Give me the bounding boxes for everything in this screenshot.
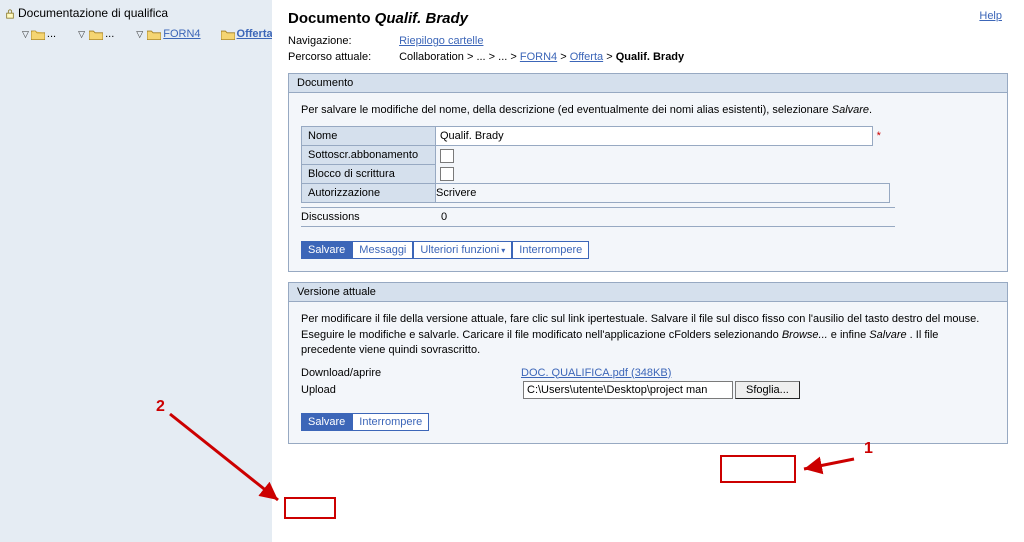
tree-root-label: ...: [47, 28, 56, 40]
breadcrumb: Percorso attuale: Collaboration > ... > …: [288, 51, 1008, 63]
nav-summary-link[interactable]: Riepilogo cartelle: [399, 35, 483, 47]
title-name: Qualif. Brady: [375, 10, 468, 27]
download-label: Download/aprire: [301, 367, 521, 379]
versione-panel: Versione attuale Per modificare il file …: [288, 282, 1008, 443]
documento-panel: Documento Per salvare le modifiche del n…: [288, 73, 1008, 272]
tree-node-offerta[interactable]: Offerta: [221, 28, 273, 40]
tree: ▽ ... ▽ ...: [4, 22, 268, 46]
download-link[interactable]: DOC. QUALIFICA.pdf (348KB): [521, 367, 671, 379]
blocco-checkbox[interactable]: [440, 167, 454, 181]
tree-node1[interactable]: ▽ ... ▽ FORN: [76, 24, 273, 44]
intro-text2: Salvare: [832, 104, 869, 116]
tree-title: Documentazione di qualifica: [4, 6, 268, 20]
documento-intro: Per salvare le modifiche del nome, della…: [301, 103, 995, 118]
crumb-current: Qualif. Brady: [616, 51, 684, 63]
save-button[interactable]: Salvare: [301, 241, 352, 259]
label-sottoscr: Sottoscr.abbonamento: [302, 146, 436, 165]
caret-down-icon: ▾: [501, 246, 505, 255]
label-auth: Autorizzazione: [302, 184, 436, 203]
tree-link-offerta[interactable]: Offerta: [237, 28, 273, 40]
page-title: Documento Qualif. Brady: [288, 10, 1008, 27]
discussions-row: Discussions 0: [301, 207, 995, 227]
save-button-versione[interactable]: Salvare: [301, 413, 352, 431]
documento-buttons: Salvare Messaggi Ulteriori funzioni▾ Int…: [301, 241, 995, 259]
main-content: Help Documento Qualif. Brady Navigazione…: [272, 0, 1024, 542]
tree-title-text: Documentazione di qualifica: [18, 6, 168, 20]
intro-text3: .: [869, 104, 872, 116]
crumb-sep: >: [489, 51, 498, 63]
crumb-dots1: ...: [476, 51, 485, 63]
nome-input[interactable]: [436, 127, 656, 145]
tree-toggle-icon[interactable]: ▽: [22, 29, 29, 40]
title-prefix: Documento: [288, 10, 375, 27]
messages-button[interactable]: Messaggi: [352, 241, 413, 259]
nav-label: Navigazione:: [288, 35, 396, 47]
browse-button[interactable]: Sfoglia...: [735, 381, 800, 399]
versione-buttons: Salvare Interrompere: [301, 413, 995, 431]
intro-text1: Per salvare le modifiche del nome, della…: [301, 104, 832, 116]
discussions-value: 0: [435, 207, 895, 227]
more-functions-label: Ulteriori funzioni: [420, 244, 499, 256]
cancel-button-versione[interactable]: Interrompere: [352, 413, 429, 431]
crumb-dots2: ...: [498, 51, 507, 63]
documento-form: Nome * Sottoscr.abbonamento Blocco di sc…: [301, 126, 890, 203]
lock-icon: [4, 6, 16, 20]
tree-toggle-icon[interactable]: ▽: [76, 29, 87, 40]
upload-path-input[interactable]: C:\Users\utente\Desktop\project man: [523, 381, 733, 399]
tree-node1-label: ...: [105, 28, 114, 40]
label-nome: Nome: [302, 127, 436, 146]
crumb-sep: >: [560, 51, 569, 63]
crumb-offerta[interactable]: Offerta: [570, 51, 603, 63]
download-row: Download/aprire DOC. QUALIFICA.pdf (348K…: [301, 367, 995, 379]
help-link[interactable]: Help: [979, 10, 1002, 22]
ver-body-save: Salvare: [869, 329, 906, 341]
tree-node-forn4[interactable]: ▽ FORN4: [134, 26, 272, 42]
more-functions-button[interactable]: Ulteriori funzioni▾: [413, 241, 512, 259]
folder-icon: [89, 29, 103, 40]
crumb-forn4[interactable]: FORN4: [520, 51, 557, 63]
crumb-sep: >: [606, 51, 615, 63]
upload-row: Upload C:\Users\utente\Desktop\project m…: [301, 381, 995, 399]
navigation-row: Navigazione: Riepilogo cartelle: [288, 35, 1008, 47]
crumb-sep: >: [510, 51, 519, 63]
versione-header: Versione attuale: [289, 283, 1007, 302]
sottoscr-checkbox[interactable]: [440, 149, 454, 163]
versione-body: Per modificare il file della versione at…: [301, 312, 995, 358]
upload-label: Upload: [301, 384, 521, 396]
required-marker: *: [877, 130, 881, 142]
documento-header: Documento: [289, 74, 1007, 93]
label-discussions: Discussions: [301, 207, 435, 227]
sidebar: Documentazione di qualifica ▽ ... ▽: [0, 0, 272, 542]
folder-icon: [31, 29, 45, 40]
crumb-sep: >: [467, 51, 476, 63]
tree-link-forn4[interactable]: FORN4: [163, 28, 200, 40]
ver-body-mid: e infine: [831, 329, 870, 341]
tree-toggle-icon[interactable]: ▽: [134, 29, 145, 40]
tree-root[interactable]: ▽ ... ▽ ...: [22, 22, 268, 46]
auth-value: Scrivere: [436, 184, 890, 203]
ver-body-browse: Browse...: [782, 329, 828, 341]
folder-icon: [147, 29, 161, 40]
crumb-collab: Collaboration: [399, 51, 464, 63]
folder-icon: [221, 29, 235, 40]
cancel-button[interactable]: Interrompere: [512, 241, 589, 259]
label-blocco: Blocco di scrittura: [302, 165, 436, 184]
path-label: Percorso attuale:: [288, 51, 396, 63]
